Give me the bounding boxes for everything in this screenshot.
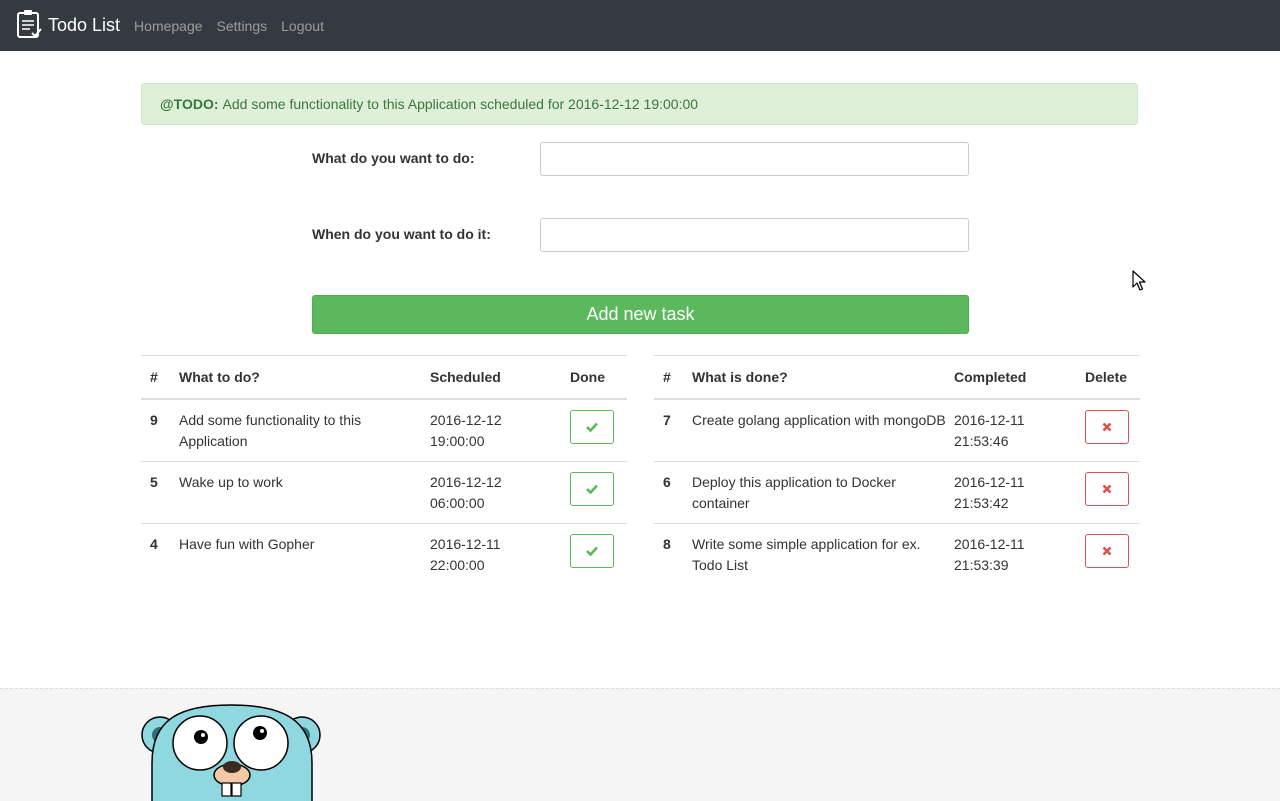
nav-link-logout[interactable]: Logout bbox=[281, 18, 324, 34]
alert-tag: @TODO: bbox=[160, 96, 219, 112]
header-completed: Completed bbox=[954, 355, 1085, 400]
task-input[interactable] bbox=[540, 142, 969, 176]
todo-alert: @TODO: Add some functionality to this Ap… bbox=[141, 83, 1138, 125]
row-task: Write some simple application for ex. To… bbox=[692, 522, 954, 585]
times-icon bbox=[1102, 484, 1112, 493]
row-scheduled: 2016-12-12 06:00:00 bbox=[430, 460, 570, 523]
row-action bbox=[570, 398, 627, 461]
header-scheduled: Scheduled bbox=[430, 355, 570, 400]
header-number: # bbox=[654, 355, 692, 400]
brand-title: Todo List bbox=[48, 15, 121, 35]
alert-message: Add some functionality to this Applicati… bbox=[222, 96, 699, 112]
times-icon bbox=[1102, 422, 1112, 432]
schedule-label: When do you want to do it: bbox=[312, 226, 491, 242]
row-number: 9 bbox=[141, 398, 179, 461]
delete-button[interactable] bbox=[1085, 410, 1129, 444]
header-task: What to do? bbox=[179, 355, 430, 400]
row-completed: 2016-12-11 21:53:42 bbox=[954, 460, 1085, 523]
row-action bbox=[1085, 398, 1140, 461]
done-table: # What is done? Completed Delete 7 Creat… bbox=[654, 355, 1140, 585]
row-scheduled: 2016-12-12 19:00:00 bbox=[430, 398, 570, 461]
footer bbox=[0, 688, 1280, 801]
table-row: 5 Wake up to work 2016-12-12 06:00:00 bbox=[141, 460, 627, 523]
row-completed: 2016-12-11 21:53:39 bbox=[954, 522, 1085, 585]
table-row: 6 Deploy this application to Docker cont… bbox=[654, 460, 1140, 523]
done-button[interactable] bbox=[570, 471, 614, 506]
row-number: 8 bbox=[654, 522, 692, 585]
row-completed: 2016-12-11 21:53:46 bbox=[954, 398, 1085, 461]
clipboard-icon bbox=[16, 9, 48, 42]
row-action bbox=[1085, 460, 1140, 523]
todo-table: # What to do? Scheduled Done 9 Add some … bbox=[141, 355, 627, 585]
row-number: 5 bbox=[141, 460, 179, 523]
add-task-button[interactable]: Add new task bbox=[312, 295, 969, 334]
table-row: 7 Create golang application with mongoDB… bbox=[654, 398, 1140, 461]
check-icon bbox=[586, 546, 598, 556]
check-icon bbox=[586, 422, 598, 432]
row-number: 4 bbox=[141, 522, 179, 585]
times-icon bbox=[1102, 546, 1112, 555]
row-number: 6 bbox=[654, 460, 692, 523]
nav-link-homepage[interactable]: Homepage bbox=[134, 18, 203, 34]
row-action bbox=[570, 460, 627, 523]
row-task: Add some functionality to this Applicati… bbox=[179, 398, 430, 461]
row-task: Have fun with Gopher bbox=[179, 522, 430, 585]
row-task: Create golang application with mongoDB bbox=[692, 398, 954, 461]
nav-link-settings[interactable]: Settings bbox=[217, 18, 268, 34]
row-task: Deploy this application to Docker contai… bbox=[692, 460, 954, 523]
table-header-row: # What is done? Completed Delete bbox=[654, 355, 1140, 400]
schedule-input[interactable] bbox=[540, 218, 969, 252]
done-button[interactable] bbox=[570, 533, 614, 568]
task-label: What do you want to do: bbox=[312, 150, 475, 166]
delete-button[interactable] bbox=[1085, 471, 1129, 506]
mouse-cursor-icon bbox=[1132, 270, 1146, 291]
delete-button[interactable] bbox=[1085, 533, 1129, 568]
row-scheduled: 2016-12-11 22:00:00 bbox=[430, 522, 570, 585]
row-action bbox=[1085, 522, 1140, 585]
brand[interactable]: Todo List bbox=[16, 9, 120, 42]
header-done: Done bbox=[570, 355, 627, 400]
check-icon bbox=[586, 484, 598, 494]
row-number: 7 bbox=[654, 398, 692, 461]
table-header-row: # What to do? Scheduled Done bbox=[141, 355, 627, 400]
table-row: 4 Have fun with Gopher 2016-12-11 22:00:0… bbox=[141, 522, 627, 585]
table-row: 9 Add some functionality to this Applica… bbox=[141, 398, 627, 461]
header-delete: Delete bbox=[1085, 355, 1140, 400]
table-row: 8 Write some simple application for ex. … bbox=[654, 522, 1140, 585]
gopher-mascot-icon bbox=[141, 704, 321, 801]
row-action bbox=[570, 522, 627, 585]
navbar: Todo List Homepage Settings Logout bbox=[0, 0, 1280, 51]
row-task: Wake up to work bbox=[179, 460, 430, 523]
done-button[interactable] bbox=[570, 410, 614, 444]
header-task: What is done? bbox=[692, 355, 954, 400]
header-number: # bbox=[141, 355, 179, 400]
